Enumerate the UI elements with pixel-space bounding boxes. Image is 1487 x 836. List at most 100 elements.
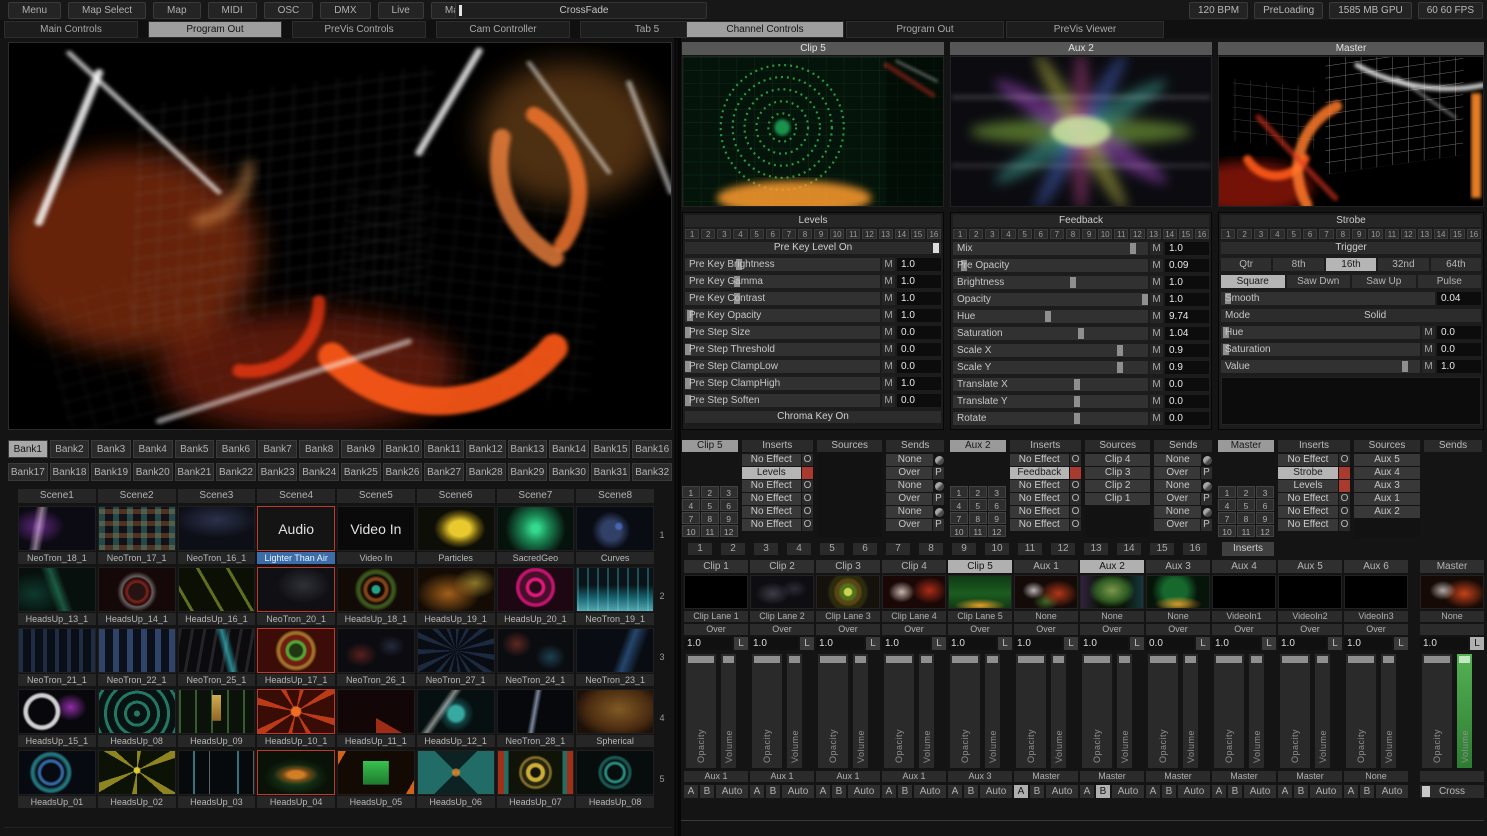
channel-level-value[interactable]: 1.0 xyxy=(1344,637,1392,650)
bank-button[interactable]: Bank1 xyxy=(8,440,48,458)
channel-title[interactable]: Master xyxy=(1420,560,1484,573)
preset-pad[interactable]: 6 xyxy=(766,229,780,239)
parameter-slider[interactable]: Translate X xyxy=(953,378,1148,391)
pre-key-level-toggle[interactable]: Pre Key Level On xyxy=(685,242,941,254)
channel-level-value[interactable]: 1.0 xyxy=(1420,637,1468,650)
parameter-slider[interactable]: Pre Opacity xyxy=(953,259,1148,272)
clip-thumbnail[interactable] xyxy=(98,506,176,551)
channel-pad[interactable]: 1 xyxy=(1218,486,1236,498)
preset-pad[interactable]: 14 xyxy=(895,229,909,239)
assign-a-button[interactable]: A xyxy=(1014,785,1028,798)
mixer-preset-pad[interactable]: 15 xyxy=(1150,543,1174,555)
channel-title[interactable]: Clip 4 xyxy=(882,560,946,573)
mixer-preset-pad[interactable]: 7 xyxy=(886,543,910,555)
channel-link-button[interactable]: L xyxy=(1196,637,1210,650)
channel-blend-mode[interactable]: Over xyxy=(1278,624,1342,635)
source-item[interactable]: Aux 4 xyxy=(1354,467,1420,479)
parameter-slider[interactable]: Pre Key Contrast xyxy=(685,292,880,305)
channel-source[interactable]: VideoIn3 xyxy=(1344,611,1408,622)
fader-handle[interactable] xyxy=(1185,656,1196,663)
preset-pad[interactable]: 13 xyxy=(1418,229,1432,239)
menu-button[interactable]: DMX xyxy=(320,2,370,19)
fader-handle[interactable] xyxy=(1119,656,1130,663)
channel-level-value[interactable]: 1.0 xyxy=(684,637,732,650)
preset-pad[interactable]: 7 xyxy=(782,229,796,239)
preset-pad[interactable]: 8 xyxy=(1066,229,1080,239)
volume-fader[interactable]: Volume xyxy=(918,653,935,769)
channel-pad[interactable]: 12 xyxy=(1256,525,1274,537)
parameter-value[interactable]: 0.0 xyxy=(897,326,941,339)
insert-bypass-button[interactable] xyxy=(1339,480,1350,492)
bank-button[interactable]: Bank24 xyxy=(299,463,339,481)
channel-thumbnail[interactable] xyxy=(948,575,1012,609)
slider-thumb[interactable] xyxy=(1130,243,1136,254)
clip-thumbnail[interactable] xyxy=(337,689,415,734)
channel-link-button[interactable]: L xyxy=(1064,637,1078,650)
channel-blend-mode[interactable]: Over xyxy=(684,624,748,635)
preset-pad[interactable]: 6 xyxy=(1303,229,1317,239)
clip-thumbnail[interactable] xyxy=(497,567,575,612)
clip-thumbnail[interactable] xyxy=(417,567,495,612)
fader-handle[interactable] xyxy=(688,656,714,663)
insert-bypass-button[interactable] xyxy=(802,467,813,479)
parameter-slider[interactable]: Pre Key Gamma xyxy=(685,275,880,288)
source-item[interactable]: Clip 1 xyxy=(1085,493,1150,505)
crossfade-control[interactable]: CrossFade xyxy=(455,2,707,19)
midi-map-button[interactable]: M xyxy=(1150,395,1163,408)
channel-pad[interactable]: 11 xyxy=(1237,525,1255,537)
assign-auto-button[interactable]: Auto xyxy=(1376,785,1408,798)
bank-button[interactable]: Bank20 xyxy=(133,463,173,481)
channel-title[interactable]: Aux 4 xyxy=(1212,560,1276,573)
bank-button[interactable]: Bank10 xyxy=(383,440,423,458)
send-knob-icon[interactable]: P xyxy=(933,493,944,505)
fader-handle[interactable] xyxy=(1251,656,1262,663)
channel-level-value[interactable]: 1.0 xyxy=(1014,637,1062,650)
insert-bypass-button[interactable]: O xyxy=(1070,454,1081,466)
send-knob-icon[interactable]: P xyxy=(933,467,944,479)
midi-map-button[interactable]: M xyxy=(1150,361,1163,374)
channel-route[interactable]: Master xyxy=(1278,771,1342,782)
insert-effect-button[interactable]: No Effect xyxy=(1010,519,1069,531)
preset-pad[interactable]: 4 xyxy=(1270,229,1284,239)
channel-blend-mode[interactable]: Over xyxy=(948,624,1012,635)
channel-link-button[interactable]: L xyxy=(1394,637,1408,650)
channel-pad[interactable]: 3 xyxy=(720,486,738,498)
fader-handle[interactable] xyxy=(1424,656,1450,663)
opacity-fader[interactable]: Opacity xyxy=(1279,653,1311,769)
insert-bypass-button[interactable]: O xyxy=(1070,519,1081,531)
channel-pad[interactable]: 1 xyxy=(950,486,968,498)
mixer-inserts-tab[interactable]: Inserts xyxy=(1222,542,1274,556)
scene-tab[interactable]: Scene8 xyxy=(576,489,654,503)
slider-thumb[interactable] xyxy=(1045,311,1051,322)
channel-link-button[interactable]: L xyxy=(734,637,748,650)
parameter-slider[interactable]: Hue xyxy=(953,310,1148,323)
volume-fader[interactable]: Volume xyxy=(1050,653,1067,769)
insert-effect-button[interactable]: Levels xyxy=(742,467,801,479)
assign-a-button[interactable]: A xyxy=(1278,785,1292,798)
bank-button[interactable]: Bank27 xyxy=(424,463,464,481)
clip-thumbnail[interactable] xyxy=(497,689,575,734)
mixer-preset-pad[interactable]: 1 xyxy=(688,543,712,555)
send-target-button[interactable]: None xyxy=(1154,454,1201,466)
clip-thumbnail[interactable] xyxy=(417,750,495,795)
slider-thumb[interactable] xyxy=(1117,362,1123,373)
channel-pad[interactable]: 8 xyxy=(969,512,987,524)
assign-auto-button[interactable]: Auto xyxy=(1112,785,1144,798)
preset-pad[interactable]: 3 xyxy=(1254,229,1268,239)
channel-pad[interactable]: 12 xyxy=(720,525,738,537)
send-knob-icon[interactable] xyxy=(1203,482,1212,491)
preset-pad[interactable]: 14 xyxy=(1434,229,1448,239)
bank-button[interactable]: Bank32 xyxy=(632,463,672,481)
insert-bypass-button[interactable]: O xyxy=(1339,506,1350,518)
midi-map-button[interactable]: M xyxy=(1422,360,1435,373)
send-knob-icon[interactable] xyxy=(1203,456,1212,465)
channel-title[interactable]: Clip 3 xyxy=(816,560,880,573)
parameter-value[interactable]: 0.9 xyxy=(1165,361,1209,374)
clip-thumbnail[interactable] xyxy=(257,567,335,612)
bank-button[interactable]: Bank31 xyxy=(591,463,631,481)
assign-a-button[interactable]: A xyxy=(1212,785,1226,798)
menu-button[interactable]: Live xyxy=(378,2,424,19)
parameter-value[interactable]: 1.0 xyxy=(897,275,941,288)
channel-blend-mode[interactable]: Over xyxy=(1344,624,1408,635)
slider-thumb[interactable] xyxy=(1074,413,1080,424)
